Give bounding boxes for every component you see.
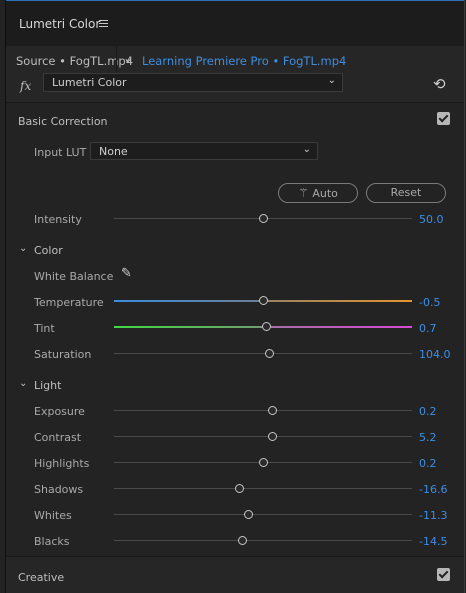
color-section-title[interactable]: Color <box>34 244 63 257</box>
exposure-slider-thumb[interactable] <box>267 406 277 415</box>
contrast-value[interactable]: 5.2 <box>419 431 437 444</box>
input-lut-label: Input LUT <box>34 146 87 159</box>
eyedropper-icon[interactable]: ✎ <box>121 266 132 281</box>
chevron-down-icon: ⌄ <box>327 75 336 86</box>
intensity-label: Intensity <box>34 213 82 226</box>
tint-slider-thumb[interactable] <box>261 322 271 331</box>
chevron-down-icon[interactable]: ⌄ <box>19 378 27 389</box>
highlights-label: Highlights <box>34 457 90 470</box>
contrast-slider-track[interactable] <box>114 436 412 437</box>
input-lut-value: None <box>99 145 128 158</box>
temperature-value[interactable]: -0.5 <box>419 296 440 309</box>
magic-wand-icon: ⚚ <box>298 186 309 200</box>
shadows-label: Shadows <box>34 483 84 496</box>
contrast-label: Contrast <box>34 431 82 444</box>
auto-button-label: Auto <box>312 187 338 200</box>
effect-select-value: Lumetri Color <box>52 76 127 89</box>
panel-header: Lumetri Color <box>6 0 464 47</box>
whites-label: Whites <box>34 509 72 522</box>
whites-value[interactable]: -11.3 <box>419 509 447 522</box>
source-bar: Source • FogTL.mp4 ⌄ Learning Premiere P… <box>6 46 464 75</box>
whites-slider-track[interactable] <box>114 514 412 515</box>
saturation-label: Saturation <box>34 348 92 361</box>
creative-checkbox[interactable] <box>437 568 450 581</box>
intensity-slider-thumb[interactable] <box>259 214 268 223</box>
source-divider <box>116 46 117 74</box>
temperature-slider-thumb[interactable] <box>259 296 268 305</box>
creative-section-header[interactable] <box>6 557 464 593</box>
reset-button[interactable]: Reset <box>366 183 446 203</box>
tint-value[interactable]: 0.7 <box>419 322 437 335</box>
hamburger-menu-icon[interactable] <box>99 20 108 29</box>
white-balance-label: White Balance <box>34 270 114 283</box>
chevron-down-icon[interactable]: ⌄ <box>19 243 27 254</box>
highlights-value[interactable]: 0.2 <box>419 457 437 470</box>
light-section-title[interactable]: Light <box>34 379 61 392</box>
blacks-label: Blacks <box>34 535 70 548</box>
chevron-down-icon[interactable]: ⌄ <box>123 51 133 65</box>
creative-section-title[interactable]: Creative <box>18 571 64 584</box>
shadows-slider-track[interactable] <box>114 488 412 489</box>
saturation-slider-thumb[interactable] <box>264 349 274 358</box>
input-lut-select[interactable]: None ⌄ <box>90 142 318 160</box>
contrast-slider-thumb[interactable] <box>267 432 277 441</box>
blacks-value[interactable]: -14.5 <box>419 535 447 548</box>
saturation-value[interactable]: 104.0 <box>419 348 451 361</box>
effect-select[interactable]: Lumetri Color ⌄ <box>43 73 343 92</box>
sequence-clip-link[interactable]: Learning Premiere Pro • FogTL.mp4 <box>142 54 346 68</box>
blacks-slider-track[interactable] <box>114 540 412 541</box>
auto-button[interactable]: ⚚ Auto <box>278 183 358 203</box>
basic-correction-title[interactable]: Basic Correction <box>18 115 108 128</box>
highlights-slider-thumb[interactable] <box>259 458 268 467</box>
basic-correction-checkbox[interactable] <box>437 112 450 125</box>
tint-label: Tint <box>34 322 55 335</box>
fx-icon: fx <box>20 79 32 93</box>
exposure-label: Exposure <box>34 405 85 418</box>
saturation-slider-track[interactable] <box>114 353 412 354</box>
exposure-value[interactable]: 0.2 <box>419 405 437 418</box>
intensity-value[interactable]: 50.0 <box>419 213 444 226</box>
reset-effect-icon[interactable]: ⟲ <box>433 75 446 93</box>
panel-title[interactable]: Lumetri Color <box>19 17 100 31</box>
chevron-down-icon: ⌄ <box>302 144 311 155</box>
shadows-value[interactable]: -16.6 <box>419 483 447 496</box>
effect-row: fx Lumetri Color ⌄ <box>6 73 464 103</box>
reset-button-label: Reset <box>390 186 422 199</box>
temperature-label: Temperature <box>34 296 104 309</box>
exposure-slider-track[interactable] <box>114 410 412 411</box>
